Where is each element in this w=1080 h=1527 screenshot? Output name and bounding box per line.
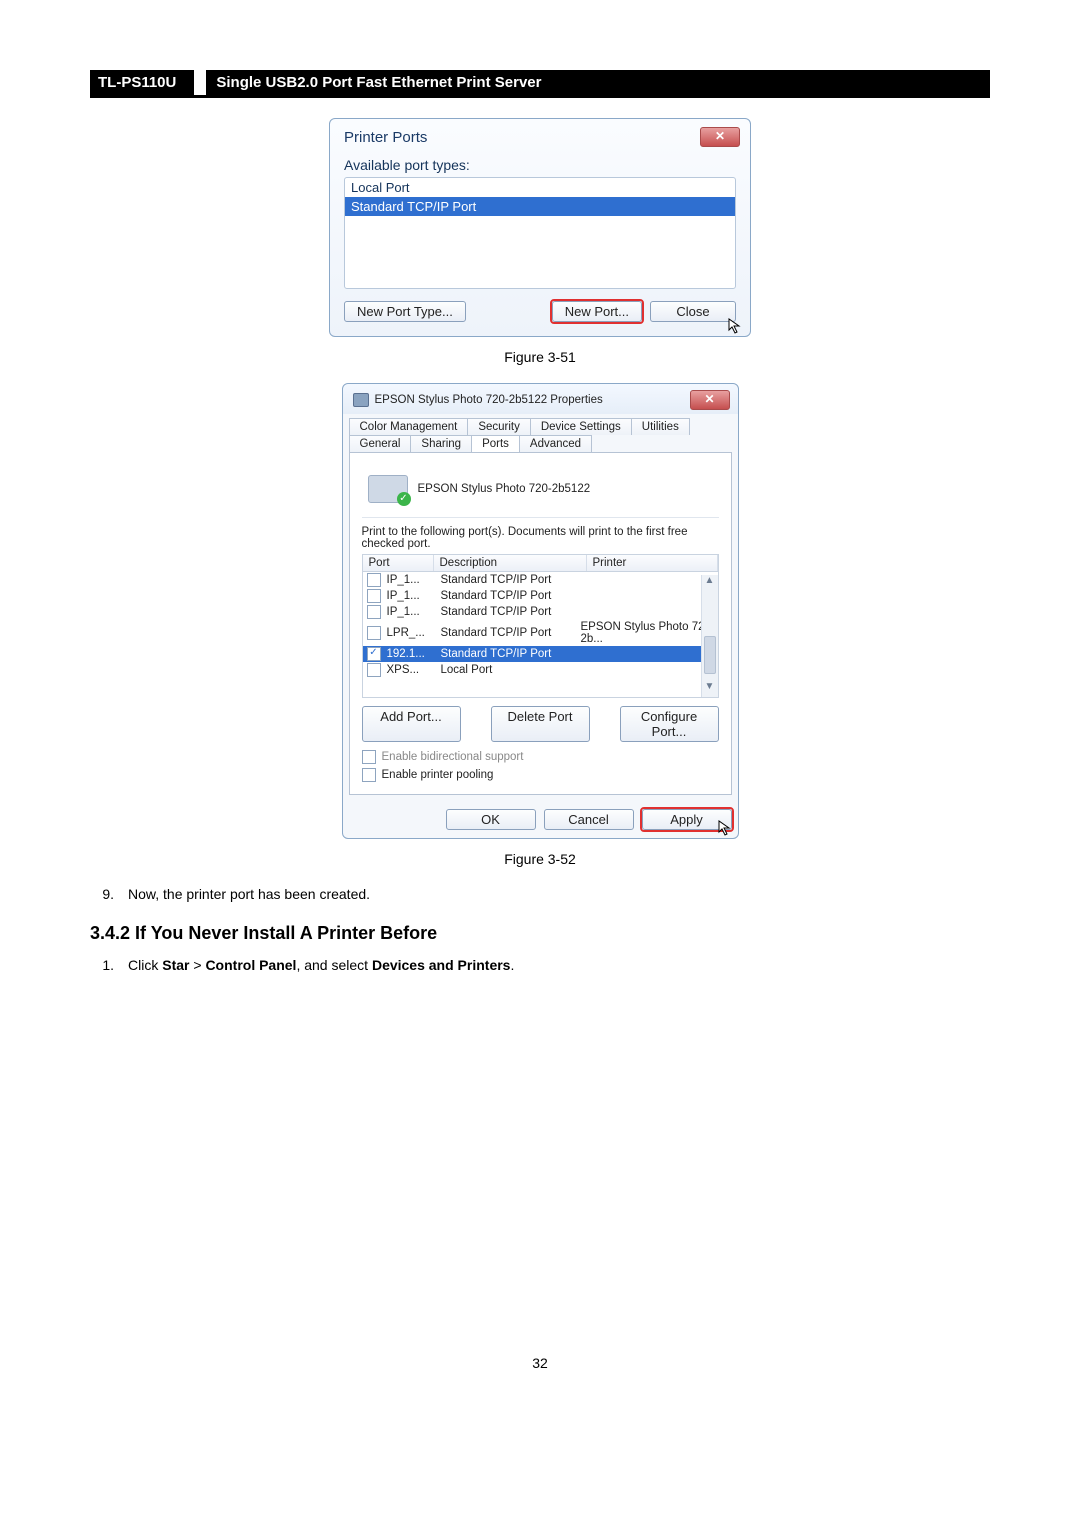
- close-icon[interactable]: ✕: [700, 127, 740, 147]
- list-item[interactable]: Local Port: [345, 178, 735, 197]
- col-header-printer: Printer: [587, 555, 718, 571]
- dialog-title: Printer Ports: [344, 129, 427, 146]
- port-types-listbox[interactable]: Local Port Standard TCP/IP Port: [344, 177, 736, 289]
- tab-color-management[interactable]: Color Management: [349, 418, 469, 435]
- ok-button[interactable]: OK: [446, 809, 536, 830]
- step-1: 1. Click Star > Control Panel, and selec…: [90, 956, 990, 976]
- add-port-button[interactable]: Add Port...: [362, 706, 461, 742]
- product-desc: Single USB2.0 Port Fast Ethernet Print S…: [206, 70, 990, 95]
- tab-security[interactable]: Security: [467, 418, 531, 435]
- figure-caption: Figure 3-52: [90, 851, 990, 867]
- cancel-button[interactable]: Cancel: [544, 809, 634, 830]
- table-row[interactable]: XPS...Local Port: [363, 662, 718, 678]
- checkbox-icon[interactable]: [362, 768, 376, 782]
- checkbox-icon[interactable]: [367, 605, 381, 619]
- available-port-types-label: Available port types:: [344, 157, 736, 173]
- configure-port-button[interactable]: Configure Port...: [620, 706, 719, 742]
- table-row[interactable]: LPR_...Standard TCP/IP PortEPSON Stylus …: [363, 620, 718, 646]
- tab-device-settings[interactable]: Device Settings: [530, 418, 632, 435]
- printer-icon: [353, 393, 369, 407]
- tab-utilities[interactable]: Utilities: [631, 418, 690, 435]
- product-model: TL-PS110U: [90, 70, 194, 95]
- printer-pooling-checkbox[interactable]: Enable printer pooling: [362, 768, 719, 782]
- new-port-type-button[interactable]: New Port Type...: [344, 301, 466, 322]
- dialog-title: EPSON Stylus Photo 720-2b5122 Properties: [375, 394, 603, 406]
- ports-hint: Print to the following port(s). Document…: [362, 526, 719, 550]
- delete-port-button[interactable]: Delete Port: [491, 706, 590, 742]
- checkbox-icon[interactable]: [367, 626, 381, 640]
- printer-icon: [368, 475, 408, 503]
- scroll-up-icon[interactable]: ▲: [702, 575, 718, 591]
- figure-caption: Figure 3-51: [90, 349, 990, 365]
- col-header-desc: Description: [434, 555, 587, 571]
- list-item[interactable]: Standard TCP/IP Port: [345, 197, 735, 216]
- scroll-down-icon[interactable]: ▼: [702, 681, 718, 697]
- table-row[interactable]: IP_1...Standard TCP/IP Port: [363, 572, 718, 588]
- printer-name-label: EPSON Stylus Photo 720-2b5122: [418, 483, 591, 495]
- table-row[interactable]: ✓192.1...Standard TCP/IP Port: [363, 646, 718, 662]
- table-row[interactable]: IP_1...Standard TCP/IP Port: [363, 604, 718, 620]
- printer-properties-dialog: EPSON Stylus Photo 720-2b5122 Properties…: [342, 383, 739, 839]
- step-9: 9. Now, the printer port has been create…: [90, 885, 990, 905]
- printer-ports-dialog: Printer Ports ✕ Available port types: Lo…: [329, 118, 751, 337]
- apply-button[interactable]: Apply: [642, 809, 732, 830]
- checkbox-icon: [362, 750, 376, 764]
- close-button[interactable]: Close: [650, 301, 736, 322]
- new-port-button[interactable]: New Port...: [552, 301, 642, 322]
- table-row[interactable]: IP_1...Standard TCP/IP Port: [363, 588, 718, 604]
- bidirectional-checkbox: Enable bidirectional support: [362, 750, 719, 764]
- checkbox-icon[interactable]: ✓: [367, 647, 381, 661]
- page-header: TL-PS110U Single USB2.0 Port Fast Ethern…: [90, 70, 990, 98]
- scroll-thumb[interactable]: [704, 636, 716, 674]
- close-icon[interactable]: ✕: [690, 390, 730, 410]
- tab-ports[interactable]: Ports: [471, 435, 520, 452]
- checkbox-icon[interactable]: [367, 663, 381, 677]
- scrollbar[interactable]: ▲ ▼: [701, 575, 718, 697]
- tabs-row-back: Color Management Security Device Setting…: [343, 414, 738, 435]
- ports-table[interactable]: Port Description Printer IP_1...Standard…: [362, 554, 719, 698]
- col-header-port: Port: [363, 555, 434, 571]
- page-number: 32: [90, 1355, 990, 1371]
- tab-advanced[interactable]: Advanced: [519, 435, 592, 452]
- tabs-row-front: General Sharing Ports Advanced: [343, 435, 738, 452]
- section-heading: 3.4.2 If You Never Install A Printer Bef…: [90, 923, 990, 944]
- checkbox-icon[interactable]: [367, 573, 381, 587]
- checkbox-icon[interactable]: [367, 589, 381, 603]
- tab-general[interactable]: General: [349, 435, 412, 452]
- tab-sharing[interactable]: Sharing: [410, 435, 472, 452]
